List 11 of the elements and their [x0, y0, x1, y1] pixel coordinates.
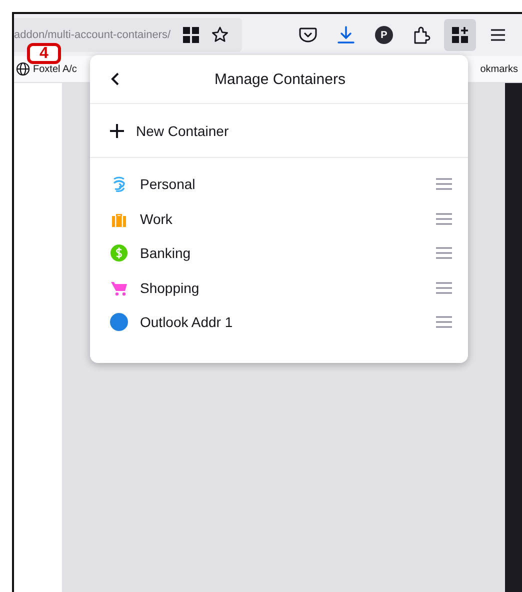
container-name[interactable]: Shopping [140, 280, 436, 296]
panel-title: Manage Containers [214, 70, 346, 88]
step-badge: 4 [27, 43, 61, 64]
container-name[interactable]: Personal [140, 176, 436, 192]
profile-avatar[interactable]: P [375, 26, 393, 44]
container-name[interactable]: Work [140, 210, 436, 227]
container-name[interactable]: Outlook Addr 1 [140, 314, 436, 330]
container-name[interactable]: Banking [140, 245, 436, 262]
bookmark-link[interactable]: Foxtel A/c [33, 64, 77, 74]
new-container-button[interactable]: New Container [90, 104, 468, 158]
bookmarks-label[interactable]: okmarks [480, 64, 518, 74]
